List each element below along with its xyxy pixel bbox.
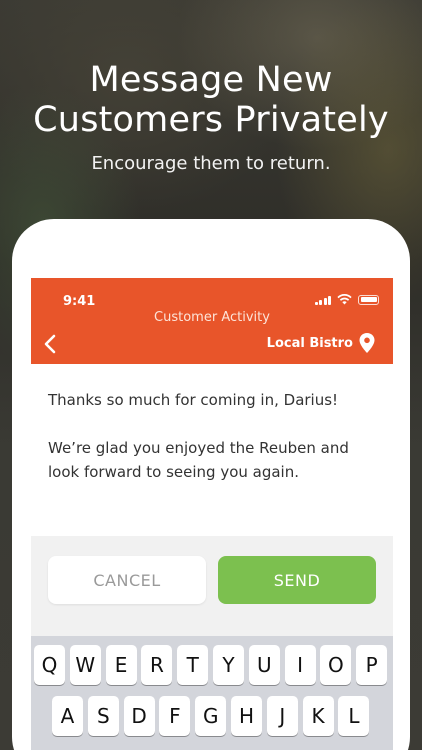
- key-t[interactable]: T: [177, 645, 209, 685]
- key-u[interactable]: U: [248, 645, 280, 685]
- key-j[interactable]: J: [266, 696, 298, 736]
- screen-title: Customer Activity: [154, 310, 270, 325]
- key-h[interactable]: H: [231, 696, 262, 736]
- message-text-area[interactable]: Thanks so much for coming in, Darius! We…: [31, 364, 393, 536]
- app-bar: 9:41 Customer Activity Local Bistro: [31, 278, 393, 364]
- key-a[interactable]: A: [52, 696, 83, 736]
- key-w[interactable]: W: [69, 645, 101, 685]
- send-button[interactable]: SEND: [218, 556, 376, 604]
- cellular-signal-icon: [314, 295, 331, 305]
- key-d[interactable]: D: [123, 696, 155, 736]
- back-chevron-icon[interactable]: [39, 332, 63, 356]
- keyboard-row-2: ASDFGHJKL: [31, 696, 393, 736]
- key-i[interactable]: I: [284, 645, 316, 685]
- key-l[interactable]: L: [338, 696, 370, 736]
- key-o[interactable]: O: [320, 645, 352, 685]
- key-p[interactable]: P: [356, 645, 388, 685]
- headline-line-2: Customers Privately: [33, 100, 389, 140]
- location-pin-icon[interactable]: [359, 333, 375, 353]
- headline-line-1: Message New: [89, 60, 333, 100]
- promo-headline: Message New Customers Privately: [0, 60, 422, 140]
- key-q[interactable]: Q: [34, 645, 65, 685]
- wifi-icon: [337, 294, 352, 305]
- key-y[interactable]: Y: [213, 645, 244, 685]
- key-g[interactable]: G: [195, 696, 227, 736]
- message-line-3: look forward to seeing you again.: [48, 463, 299, 481]
- status-time: 9:41: [63, 294, 96, 309]
- key-e[interactable]: E: [105, 645, 137, 685]
- on-screen-keyboard: QWERTYUIOP ASDFGHJKL: [31, 636, 393, 750]
- key-k[interactable]: K: [302, 696, 334, 736]
- location-name[interactable]: Local Bistro: [267, 336, 353, 351]
- key-s[interactable]: S: [87, 696, 119, 736]
- cancel-button[interactable]: CANCEL: [48, 556, 206, 604]
- message-line-2: We’re glad you enjoyed the Reuben and: [48, 439, 349, 457]
- keyboard-row-1: QWERTYUIOP: [31, 645, 393, 685]
- key-r[interactable]: R: [141, 645, 173, 685]
- status-icons: [314, 294, 379, 305]
- message-line-1: Thanks so much for coming in, Darius!: [48, 391, 339, 409]
- key-f[interactable]: F: [159, 696, 191, 736]
- promo-subheadline: Encourage them to return.: [91, 153, 331, 174]
- phone-screen: 9:41 Customer Activity Local Bistro Than…: [31, 278, 393, 750]
- battery-icon: [358, 294, 379, 305]
